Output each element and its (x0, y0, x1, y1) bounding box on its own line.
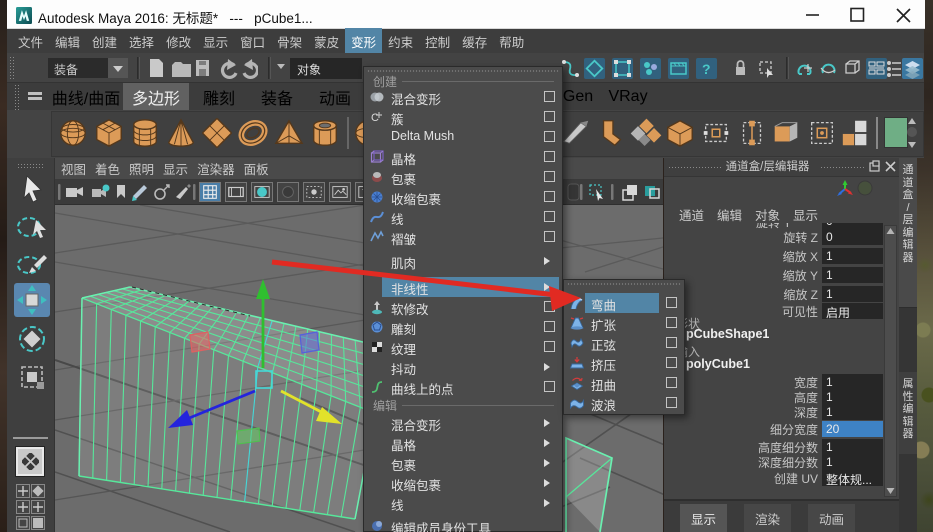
svg-text:C: C (371, 112, 379, 124)
